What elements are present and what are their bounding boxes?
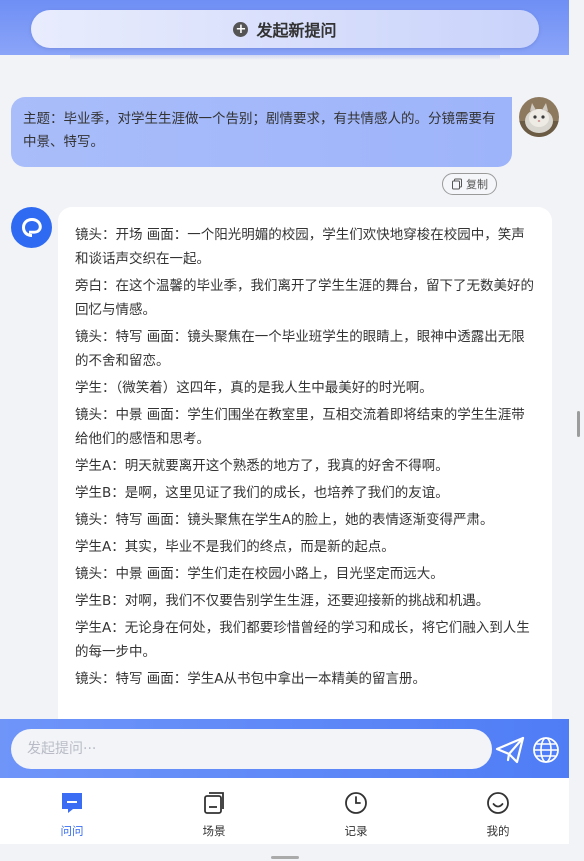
bot-message-line: 学生：（微笑着）这四年，真的是我人生中最美好的时光啊。	[75, 380, 433, 396]
home-indicator	[271, 856, 299, 859]
new-question-button[interactable]: + 发起新提问	[31, 10, 539, 48]
scene-icon	[204, 792, 224, 814]
bot-avatar	[11, 207, 52, 248]
bot-message-line: 学生A：无论身在何处，我们都要珍惜曾经的学习和成长，将它们融入到人生的每一步中。	[75, 620, 530, 660]
copy-icon	[452, 178, 462, 190]
smile-icon	[487, 792, 509, 814]
send-icon	[495, 736, 525, 764]
scrollbar-handle[interactable]	[577, 411, 580, 437]
tab-label: 问问	[60, 824, 84, 838]
input-bar	[0, 719, 569, 778]
bot-logo-icon	[21, 217, 42, 237]
tab-wenwen[interactable]: 问问	[42, 790, 102, 839]
tab-label: 场景	[202, 824, 226, 838]
top-bar: + 发起新提问	[0, 0, 569, 55]
chat-icon	[62, 793, 82, 813]
plus-circle-icon: +	[233, 21, 249, 37]
copy-button[interactable]: 复制	[442, 173, 497, 195]
bot-message-lines: 镜头：开场 画面：一个阳光明媚的校园，学生们欢快地穿梭在校园中，笑声和谈话声交织…	[75, 223, 536, 691]
tab-mine[interactable]: 我的	[468, 790, 528, 839]
bottom-tab-bar: 问问 场景 记录 我的	[0, 778, 569, 844]
bot-message-line: 镜头：特写 画面：镜头聚焦在一个毕业班学生的眼睛上，眼神中透露出无限的不舍和留恋…	[75, 329, 525, 369]
tab-record[interactable]: 记录	[326, 790, 386, 839]
globe-icon	[533, 737, 559, 763]
bot-message-line: 学生A：明天就要离开这个熟悉的地方了，我真的好舍不得啊。	[75, 458, 449, 474]
tab-label: 我的	[486, 824, 510, 838]
copy-label: 复制	[466, 178, 488, 191]
globe-button[interactable]	[532, 736, 560, 764]
user-avatar[interactable]	[519, 97, 559, 137]
bot-message-line: 镜头：中景 画面：学生们走在校园小路上，目光坚定而远大。	[75, 566, 444, 582]
tab-scene[interactable]: 场景	[184, 790, 244, 839]
user-message-bubble: 主题：毕业季，对学生生涯做一个告别；剧情要求，有共情感人的。分镜需要有中景、特写…	[11, 97, 512, 167]
bot-message-line: 旁白：在这个温馨的毕业季，我们离开了学生生涯的舞台，留下了无数美好的回忆与情感。	[75, 278, 534, 318]
bot-message-bubble: 镜头：开场 画面：一个阳光明媚的校园，学生们欢快地穿梭在校园中，笑声和谈话声交织…	[58, 207, 552, 727]
bot-message-line: 学生A：其实，毕业不是我们的终点，而是新的起点。	[75, 539, 395, 555]
bot-message-line: 学生B：是啊，这里见证了我们的成长，也培养了我们的友谊。	[75, 485, 449, 501]
new-question-label: 发起新提问	[256, 21, 337, 40]
question-input[interactable]	[11, 729, 492, 769]
bot-message-line: 镜头：中景 画面：学生们围坐在教室里，互相交流着即将结束的学生生涯带给他们的感悟…	[75, 407, 525, 447]
send-button[interactable]	[495, 736, 525, 764]
bot-message-line: 镜头：特写 画面：镜头聚焦在学生A的脸上，她的表情逐渐变得严肃。	[75, 512, 494, 528]
clock-icon	[345, 792, 367, 814]
tab-label: 记录	[344, 824, 368, 838]
bot-message-line: 镜头：特写 画面：学生A从书包中拿出一本精美的留言册。	[75, 671, 427, 687]
bot-message-line: 学生B：对啊，我们不仅要告别学生生涯，还要迎接新的挑战和机遇。	[75, 593, 490, 609]
bot-message-line: 镜头：开场 画面：一个阳光明媚的校园，学生们欢快地穿梭在校园中，笑声和谈话声交织…	[75, 227, 525, 267]
header-shadow	[70, 55, 500, 60]
